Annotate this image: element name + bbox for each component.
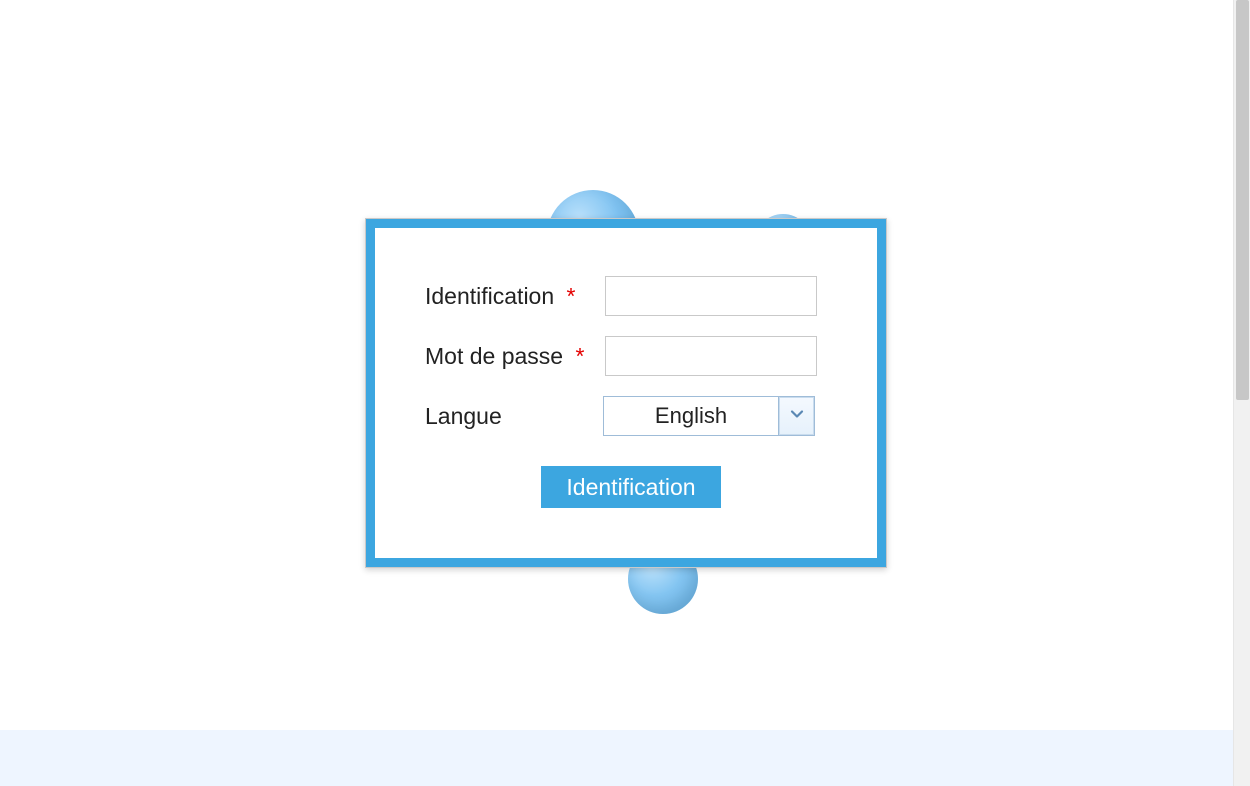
language-row: Langue English: [425, 396, 837, 436]
label-text: Mot de passe: [425, 343, 563, 369]
label-text: Identification: [425, 283, 554, 309]
password-label: Mot de passe *: [425, 343, 605, 370]
scrollbar-thumb[interactable]: [1236, 0, 1249, 400]
required-mark: *: [567, 283, 576, 309]
chevron-down-icon: [789, 406, 805, 427]
password-row: Mot de passe *: [425, 336, 837, 376]
vertical-scrollbar[interactable]: [1233, 0, 1250, 786]
login-submit-button[interactable]: Identification: [541, 466, 721, 508]
language-select-button[interactable]: [778, 397, 814, 435]
language-label: Langue: [425, 403, 605, 430]
login-form: Identification * Mot de passe * Langue E…: [425, 276, 837, 508]
label-text: Langue: [425, 403, 502, 429]
required-mark: *: [575, 343, 584, 369]
language-select[interactable]: English: [603, 396, 815, 436]
language-select-value: English: [604, 397, 778, 435]
identification-row: Identification *: [425, 276, 837, 316]
footer-band: [0, 730, 1233, 786]
password-input[interactable]: [605, 336, 817, 376]
login-card-inner: Identification * Mot de passe * Langue E…: [375, 228, 877, 558]
identification-label: Identification *: [425, 283, 605, 310]
submit-row: Identification: [425, 466, 837, 508]
identification-input[interactable]: [605, 276, 817, 316]
login-card: Identification * Mot de passe * Langue E…: [365, 218, 887, 568]
